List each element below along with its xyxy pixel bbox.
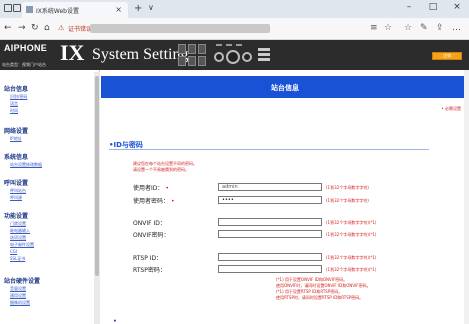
sidebar-item-call-station[interactable]: 呼叫站台 [10, 188, 26, 194]
tab-close-button[interactable]: × [115, 5, 122, 14]
sidebar-group-function[interactable]: 功能设置 [4, 211, 28, 220]
certificate-warning[interactable]: 证书错误 [68, 24, 92, 33]
sidebar-group-system[interactable]: 系统信息 [4, 152, 28, 161]
favorites-hub-icon[interactable]: ☆ [404, 23, 412, 33]
aiphone-logo: AIPHONE [4, 43, 48, 53]
new-tab-button[interactable]: + [134, 3, 142, 14]
sidebar-item-options[interactable]: 选项设置 [10, 235, 26, 241]
browser-tab-bar: IX系统Web设置 × + ∨ – □ × [0, 0, 469, 18]
app-header: AIPHONE IX System Setting 站台类型：视频门户站台 注销 [0, 40, 469, 70]
address-bar: ← → ↻ ⌂ ⚠ 证书错误 ≡ ☆ ☆ ✎ ⇪ … [0, 18, 469, 40]
field-hint: (1到32个字母数字字符) [326, 185, 369, 190]
description-line: 请设置一个不易被猜到的密码。 [133, 167, 189, 172]
sidebar-item-language[interactable]: 语言 [10, 101, 18, 107]
favicon-icon [26, 6, 33, 13]
speaker-graphic [258, 48, 270, 62]
user-password-input[interactable]: •••• [218, 196, 322, 204]
page-title: 站台信息 [271, 84, 299, 92]
rtsp-password-input[interactable] [218, 265, 322, 273]
tabs-icon[interactable] [13, 4, 21, 12]
onvif-password-input[interactable] [218, 230, 322, 238]
sidebar-item-call-source[interactable]: 呼叫源 [10, 195, 22, 201]
sidebar-item-volume[interactable]: 音量设置 [10, 286, 26, 292]
tab-title: IX系统Web设置 [36, 8, 79, 15]
sidebar-group-call[interactable]: 呼叫设置 [4, 178, 28, 187]
share-icon[interactable]: ⇪ [436, 23, 444, 33]
sidebar-item-time[interactable]: 时间 [10, 108, 18, 114]
rtsp-password-label: RTSP密码： [133, 267, 166, 274]
footnote: 使用RTSP时，请同时设置RTSP ID和RTSP密码。 [276, 295, 364, 300]
sidebar-item-relay[interactable]: 继电器输入 [10, 228, 30, 234]
user-id-input[interactable]: admin [218, 183, 322, 191]
user-info: 站台类型：视频门户站台 [2, 62, 46, 67]
user-id-label: 使用者ID： • [133, 185, 169, 192]
sidebar-group-network[interactable]: 网络设置 [4, 126, 28, 135]
more-icon[interactable]: … [452, 23, 461, 33]
rtsp-id-label: RTSP ID： [133, 255, 163, 262]
url-field[interactable] [90, 24, 270, 33]
field-hint: (1到32个字母数字字符)(*1) [326, 220, 377, 225]
forward-icon[interactable]: → [18, 23, 26, 33]
refresh-icon[interactable]: ↻ [31, 23, 39, 33]
maximize-button[interactable]: □ [422, 2, 444, 16]
onvif-id-input[interactable] [218, 218, 322, 226]
minimize-button[interactable]: – [398, 2, 420, 16]
sidebar-group-station-info[interactable]: 站台信息 [4, 84, 28, 93]
sidebar-group-hardware[interactable]: 站台硬件设置 [4, 276, 40, 285]
onvif-password-label: ONVIF密码： [133, 232, 170, 239]
next-section-title: • [113, 318, 117, 324]
sidebar-item-cgi[interactable]: CGI [10, 249, 17, 254]
warning-icon[interactable]: ⚠ [58, 24, 64, 32]
product-ix: IX [60, 40, 85, 65]
rtsp-id-input[interactable] [218, 253, 322, 261]
notes-icon[interactable]: ✎ [420, 23, 428, 33]
sidebar-scroll-thumb[interactable] [95, 76, 99, 276]
field-hint: (1到32个字母数字字符)(*1) [326, 232, 377, 237]
keypad-graphic [178, 44, 208, 66]
main-scrollbar[interactable] [464, 70, 469, 324]
onvif-id-label: ONVIF ID： [133, 220, 166, 227]
required-note: • 必需设置 [441, 106, 461, 111]
main-content: 站台信息 • 必需设置 •ID与密码 建议您在每个站台设置不同的密码。 请设置一… [101, 70, 469, 324]
sidebar-item-modify-data[interactable]: 站台设置修改数据 [10, 162, 42, 168]
product-title: System Setting [92, 46, 189, 63]
back-icon[interactable]: ← [4, 23, 12, 33]
page-title-bar: 站台信息 [101, 76, 469, 98]
field-hint: (1到32个字母数字字符)(*1) [326, 255, 377, 260]
sidebar-item-general[interactable]: 通用设置 [10, 293, 26, 299]
tab-list-button[interactable]: ∨ [148, 3, 154, 12]
sidebar: 站台信息 识别/密码 语言 时间 网络设置 IP地址 系统信息 站台设置修改数据… [0, 70, 100, 324]
station-graphic [212, 44, 252, 66]
sidebar-item-ssl[interactable]: SSL证书 [10, 256, 25, 262]
sidebar-item-id-password[interactable]: 识别/密码 [10, 94, 27, 100]
close-window-button[interactable]: × [446, 2, 468, 16]
reading-view-icon[interactable]: ≡ [370, 23, 378, 33]
user-password-label: 使用者密码： • [133, 198, 175, 205]
sidebar-item-email[interactable]: 电子邮件设置 [10, 242, 34, 248]
logout-button[interactable]: 注销 [432, 52, 462, 60]
sidebar-item-door[interactable]: 门禁设置 [10, 221, 26, 227]
home-icon[interactable]: ⌂ [44, 23, 50, 33]
window-icon[interactable] [4, 4, 12, 12]
favorite-icon[interactable]: ☆ [384, 23, 392, 33]
sidebar-item-ip[interactable]: IP地址 [10, 136, 22, 142]
field-hint: (1到32个字母数字字符)(*1) [326, 267, 377, 272]
browser-tab[interactable]: IX系统Web设置 × [22, 2, 128, 18]
field-hint: (1到32个字母数字字符) [326, 198, 369, 203]
sidebar-item-camera[interactable]: 摄像机设置 [10, 300, 30, 306]
section-divider [109, 149, 429, 150]
